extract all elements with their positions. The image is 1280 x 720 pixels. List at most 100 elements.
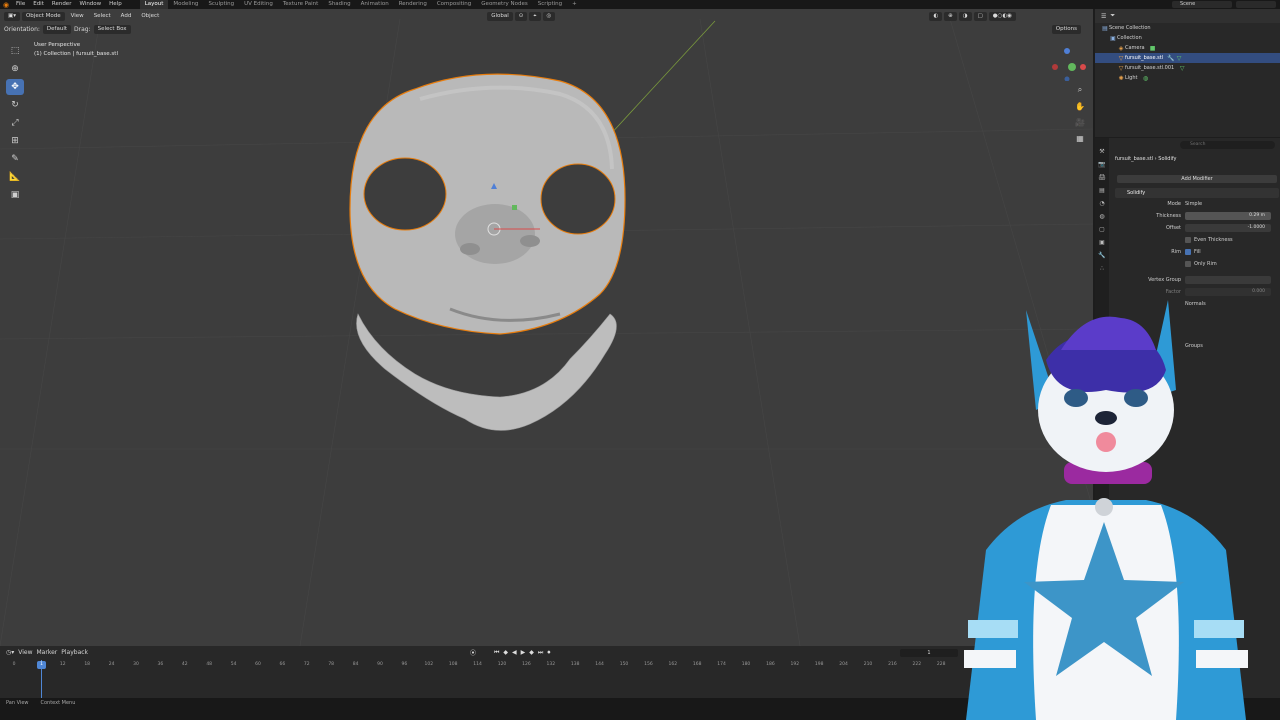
workspace-tab-modeling[interactable]: Modeling (168, 0, 203, 9)
view-layer-tab-icon[interactable]: ▤ (1097, 185, 1107, 195)
outliner-row-scene-collection[interactable]: ▤ Scene Collection (1095, 23, 1280, 33)
axis-gizmo-icon[interactable] (1047, 45, 1087, 81)
object-tab-icon[interactable]: ▣ (1097, 237, 1107, 247)
select-box-tool-icon[interactable]: ⬚ (6, 43, 24, 59)
pan-hand-icon[interactable]: ✋ (1073, 99, 1087, 113)
pivot-icon[interactable]: ⊙ (514, 11, 528, 21)
outliner-row-fursuit-base[interactable]: ▽ fursuit_base.stl 🔧 ▽ (1095, 53, 1280, 63)
modifier-name[interactable]: Solidify (1127, 190, 1145, 196)
add-cube-tool-icon[interactable]: ▣ (6, 187, 24, 203)
transform-orientation-selector[interactable]: Global (487, 11, 513, 21)
workspace-tab-rendering[interactable]: Rendering (394, 0, 432, 9)
workspace-tab-scripting[interactable]: Scripting (533, 0, 567, 9)
drag-selector[interactable]: Select Box (93, 24, 131, 34)
timeline-menu-view[interactable]: View (18, 649, 32, 656)
orientation-selector[interactable]: Default (42, 24, 72, 34)
outliner-row-fursuit-base-001[interactable]: ▽ fursuit_base.stl.001 ▽ (1095, 63, 1280, 73)
output-tab-icon[interactable]: 🖨 (1097, 172, 1107, 182)
visibility-icon[interactable]: ◐ (929, 11, 943, 21)
thickness-field[interactable]: 0.29 m (1185, 212, 1271, 220)
jump-end-icon[interactable]: ⏭ (538, 649, 543, 657)
xray-icon[interactable]: ▢ (973, 11, 987, 21)
workspace-tab-uv-editing[interactable]: UV Editing (239, 0, 278, 9)
next-keyframe-icon[interactable]: ◆ (529, 649, 534, 656)
proportional-edit-icon[interactable]: ◎ (542, 11, 556, 21)
mode-selector[interactable]: Object Mode (21, 11, 65, 21)
measure-tool-icon[interactable]: 📐 (6, 169, 24, 185)
jump-start-icon[interactable]: ⏮ (494, 649, 499, 657)
scene-selector[interactable]: Scene (1172, 1, 1232, 8)
editor-type-icon[interactable]: ▣▾ (4, 11, 20, 21)
world-tab-icon[interactable]: ◍ (1097, 211, 1107, 221)
offset-row: Offset -1.0000 (1115, 222, 1279, 234)
transform-tool-icon[interactable]: ⊞ (6, 133, 24, 149)
workspace-tab-shading[interactable]: Shading (323, 0, 355, 9)
camera-view-icon[interactable]: 🎥 (1073, 115, 1087, 129)
workspace-tab-compositing[interactable]: Compositing (432, 0, 476, 9)
current-frame-field[interactable]: 1 (900, 649, 958, 657)
timeline-ruler[interactable]: 0612182430364248546066727884909610210811… (0, 660, 1000, 670)
menu-render[interactable]: Render (48, 0, 76, 9)
workspace-tab-animation[interactable]: Animation (356, 0, 394, 9)
modifier-header[interactable]: Solidify (1115, 188, 1279, 198)
grid-toggle-icon[interactable]: ▦ (1073, 131, 1087, 145)
menu-select[interactable]: Select (90, 12, 115, 21)
record-icon[interactable]: ⦿ (470, 648, 476, 657)
annotate-tool-icon[interactable]: ✎ (6, 151, 24, 167)
view-layer-selector[interactable] (1236, 1, 1276, 8)
offset-field[interactable]: -1.0000 (1185, 224, 1271, 232)
tool-tab-icon[interactable]: ⚒ (1097, 146, 1107, 156)
modifier-tab-icon[interactable]: 🔧 (1097, 250, 1107, 260)
cursor-tool-icon[interactable]: ⊕ (6, 61, 24, 77)
shading-modes-icon[interactable]: ●○◐◉ (988, 11, 1016, 21)
workspace-tab-texture-paint[interactable]: Texture Paint (278, 0, 324, 9)
playhead-frame-label[interactable]: 1 (37, 661, 46, 669)
timeline-tick: 60 (255, 662, 261, 667)
timeline-editor-icon[interactable]: ◷▾ (6, 649, 14, 656)
gizmo-toggle-icon[interactable]: ⊕ (944, 11, 957, 21)
timeline-menu-marker[interactable]: Marker (37, 649, 58, 656)
collection-tab-icon[interactable]: ▢ (1097, 224, 1107, 234)
move-tool-icon[interactable]: ✥ (6, 79, 24, 95)
keying-icon[interactable]: ⏺ (547, 649, 550, 657)
snap-icon[interactable]: ⌖ (529, 11, 541, 21)
3d-viewport[interactable]: ▣▾ Object Mode View Select Add Object Gl… (0, 9, 1093, 646)
vertex-group-field[interactable] (1185, 276, 1271, 284)
scene-tab-icon[interactable]: ◔ (1097, 198, 1107, 208)
outliner-row-camera[interactable]: ◈ Camera ■ (1095, 43, 1280, 53)
menu-object[interactable]: Object (137, 12, 163, 21)
menu-window[interactable]: Window (75, 0, 105, 9)
workspace-tab-sculpting[interactable]: Sculpting (203, 0, 239, 9)
fill-checkbox[interactable] (1185, 249, 1191, 255)
properties-search[interactable]: Search (1180, 141, 1275, 149)
zoom-icon[interactable]: ⌕ (1073, 83, 1087, 97)
menu-file[interactable]: File (12, 0, 29, 9)
menu-edit[interactable]: Edit (29, 0, 48, 9)
options-button[interactable]: Options (1051, 25, 1081, 34)
outliner-filter-icon[interactable]: ⏷ (1110, 12, 1115, 20)
particles-tab-icon[interactable]: ∴ (1097, 263, 1107, 273)
prev-keyframe-icon[interactable]: ◆ (503, 649, 508, 656)
mode-value[interactable]: Simple (1185, 201, 1202, 207)
menu-view[interactable]: View (67, 12, 88, 21)
outliner-row-light[interactable]: ✺ Light ◍ (1095, 73, 1280, 83)
outliner-editor-icon[interactable]: ☰ (1101, 13, 1106, 20)
menu-help[interactable]: Help (105, 0, 126, 9)
menu-add[interactable]: Add (117, 12, 136, 21)
render-tab-icon[interactable]: 📷 (1097, 159, 1107, 169)
play-reverse-icon[interactable]: ◀ (512, 649, 517, 656)
even-thickness-row[interactable]: Even Thickness (1115, 234, 1279, 246)
even-thickness-checkbox[interactable] (1185, 237, 1191, 243)
workspace-tab-geometry-nodes[interactable]: Geometry Nodes (476, 0, 532, 9)
add-workspace-icon[interactable]: + (567, 0, 582, 9)
scale-tool-icon[interactable]: ⤢ (6, 115, 24, 131)
add-modifier-button[interactable]: Add Modifier (1117, 175, 1277, 183)
outliner-row-collection[interactable]: ▣ Collection (1095, 33, 1280, 43)
overlay-toggle-icon[interactable]: ◑ (958, 11, 972, 21)
only-rim-row[interactable]: Only Rim (1115, 258, 1279, 270)
play-icon[interactable]: ▶ (521, 649, 526, 656)
blender-logo-icon[interactable]: ◉ (0, 0, 12, 9)
rotate-tool-icon[interactable]: ↻ (6, 97, 24, 113)
only-rim-checkbox[interactable] (1185, 261, 1191, 267)
timeline-menu-playback[interactable]: Playback (61, 649, 88, 656)
